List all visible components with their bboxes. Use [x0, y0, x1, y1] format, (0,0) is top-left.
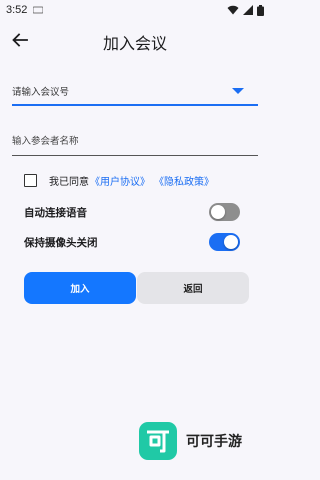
keep-camera-off-label: 保持摄像头关闭 — [24, 236, 98, 249]
return-button[interactable]: 返回 — [137, 272, 249, 304]
auto-audio-switch[interactable] — [209, 203, 240, 221]
watermark-logo — [139, 422, 177, 460]
switch-knob — [224, 235, 238, 249]
app-bar: 加入会议 — [0, 22, 270, 58]
participant-name-underline — [12, 155, 258, 156]
switch-knob — [211, 205, 225, 219]
battery-icon — [257, 4, 264, 16]
watermark-logo-icon — [147, 430, 169, 453]
meeting-id-field[interactable]: 请输入会议号 — [12, 78, 258, 106]
meeting-id-underline — [12, 104, 258, 106]
status-icons — [227, 4, 264, 16]
agreement-checkbox[interactable] — [24, 173, 37, 187]
page-title: 加入会议 — [102, 34, 167, 53]
status-bar: 3:52 — [0, 0, 270, 20]
dropdown-caret-icon[interactable] — [232, 88, 244, 94]
join-meeting-screen: 3:52 加入会议 请输入会议号 输入参会者名称 我已同意 《用户协议》 《隐私… — [0, 0, 270, 480]
agreement-row: 我已同意 《用户协议》 《隐私政策》 — [24, 172, 214, 188]
agreement-text: 我已同意 — [49, 176, 89, 188]
meeting-id-placeholder: 请输入会议号 — [12, 87, 70, 98]
wifi-icon — [227, 5, 239, 15]
privacy-policy-link[interactable]: 《隐私政策》 — [154, 173, 214, 188]
keep-camera-off-switch[interactable] — [209, 233, 240, 251]
status-time: 3:52 — [6, 4, 28, 16]
keep-camera-off-row: 保持摄像头关闭 — [24, 232, 240, 252]
notification-icon — [33, 6, 44, 14]
participant-name-placeholder: 输入参会者名称 — [12, 136, 79, 147]
signal-icon — [243, 5, 253, 15]
participant-name-field[interactable]: 输入参会者名称 — [12, 126, 258, 156]
auto-audio-row: 自动连接语音 — [24, 202, 240, 222]
join-button[interactable]: 加入 — [24, 272, 136, 304]
auto-audio-label: 自动连接语音 — [24, 206, 87, 219]
user-agreement-link[interactable]: 《用户协议》 — [90, 173, 150, 188]
watermark-brand: 可可手游 — [186, 434, 242, 450]
